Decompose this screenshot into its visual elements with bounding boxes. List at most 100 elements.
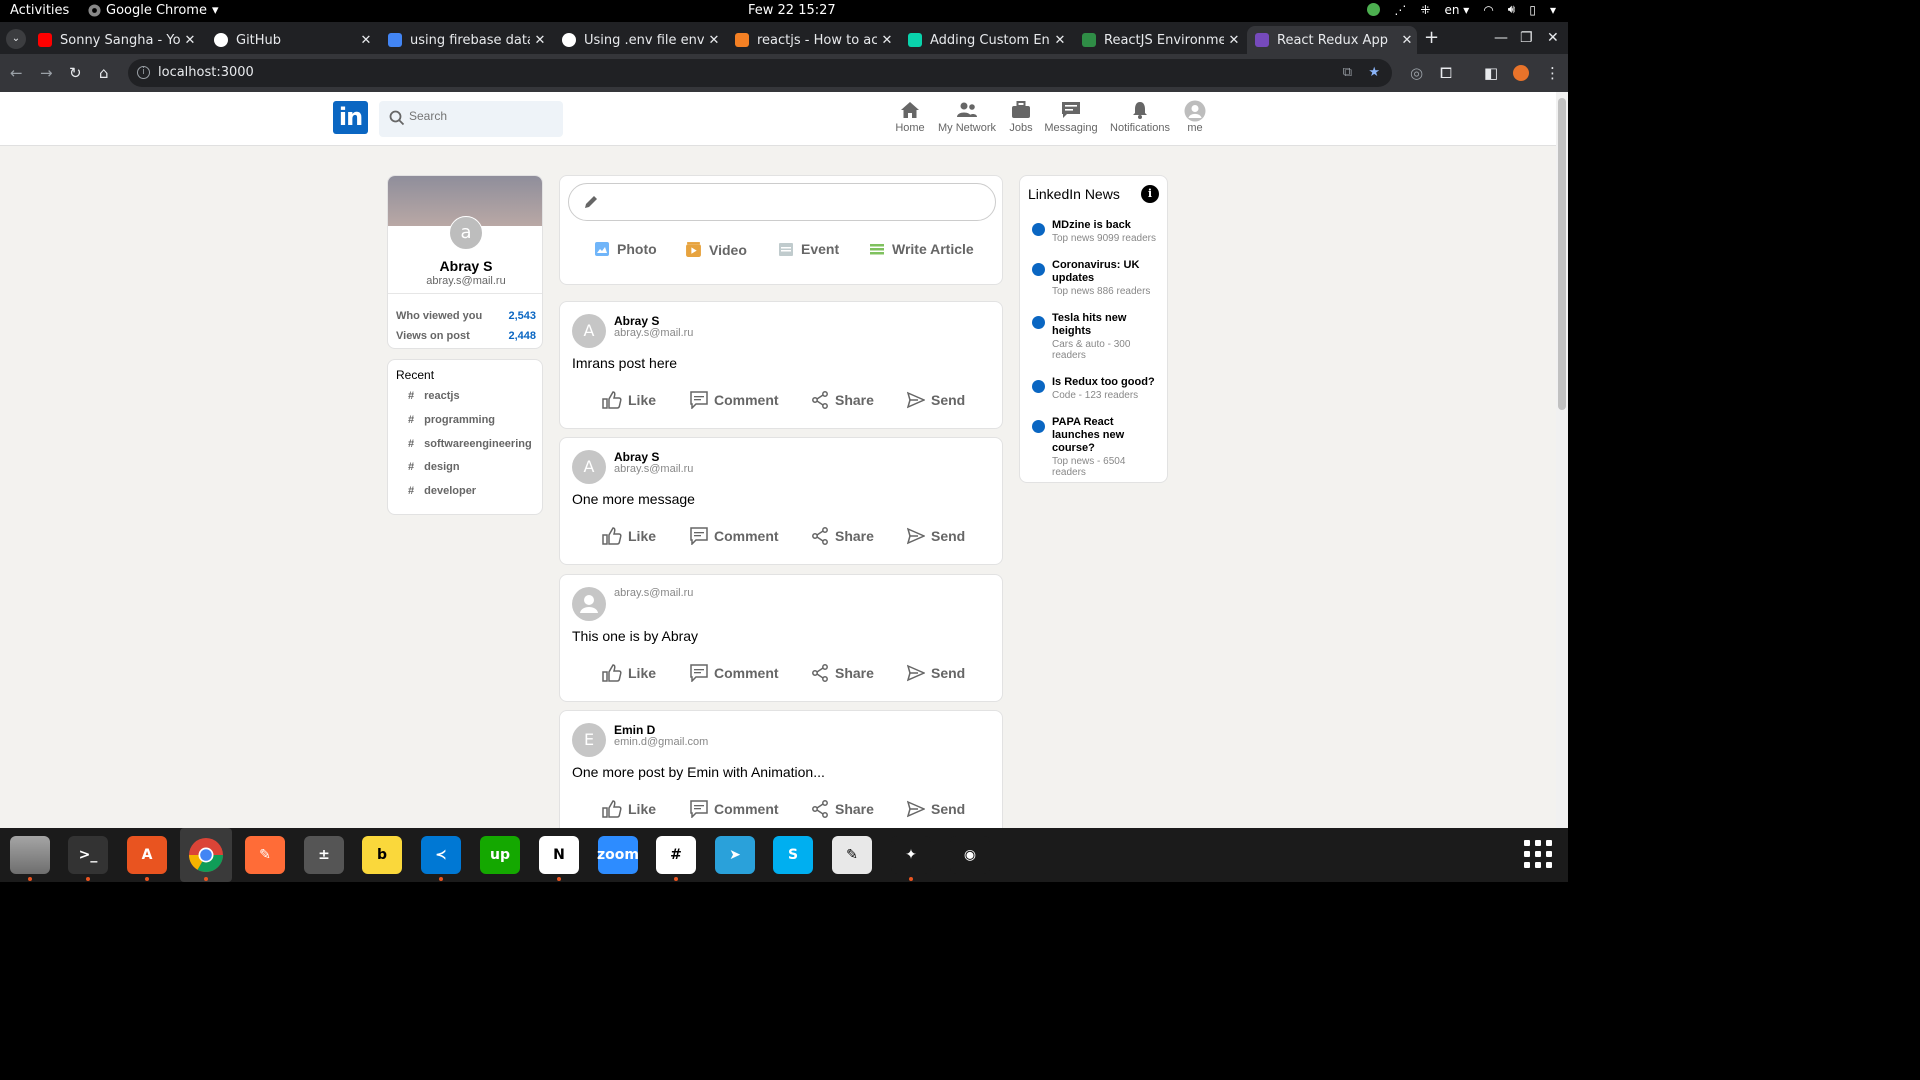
app-center-icon[interactable]: A [127, 836, 167, 874]
side-panel-icon[interactable]: ◧ [1484, 64, 1498, 82]
close-tab-icon[interactable]: ✕ [704, 33, 724, 48]
recent-item[interactable]: # developer [408, 485, 476, 497]
zoom-app-icon[interactable]: zoom [597, 836, 639, 874]
postman-app-icon[interactable]: ✎ [245, 836, 285, 874]
avatar[interactable]: a [449, 216, 483, 250]
close-tab-icon[interactable]: ✕ [356, 33, 376, 48]
like-button[interactable]: Like [602, 527, 656, 545]
new-tab-button[interactable]: + [1424, 27, 1439, 48]
share-event-button[interactable]: Event [778, 241, 839, 257]
browser-tab[interactable]: Adding Custom Envi ✕ [900, 26, 1070, 54]
send-button[interactable]: Send [907, 391, 965, 409]
send-button[interactable]: Send [907, 664, 965, 682]
terminal-app-icon[interactable]: >_ [68, 836, 108, 874]
linkedin-logo[interactable]: in [333, 101, 368, 134]
avatar[interactable] [572, 587, 606, 621]
share-button[interactable]: Share [811, 800, 874, 818]
close-tab-icon[interactable]: ✕ [1050, 33, 1070, 48]
scrollbar-thumb[interactable] [1558, 98, 1566, 410]
send-button[interactable]: Send [907, 527, 965, 545]
share-button[interactable]: Share [811, 527, 874, 545]
tab-search-button[interactable]: ⌄ [6, 29, 26, 49]
reload-icon[interactable]: ↻ [69, 64, 82, 82]
browser-tab[interactable]: ReactJS Environmen ✕ [1074, 26, 1244, 54]
extension-icon[interactable]: ◎ [1410, 64, 1423, 82]
chrome-app-icon[interactable] [186, 836, 226, 874]
forward-icon[interactable]: → [40, 64, 53, 82]
recent-item[interactable]: # softwareengineering [408, 438, 532, 450]
bookmark-star-icon[interactable]: ★ [1368, 59, 1380, 87]
vscode-app-icon[interactable]: ≺ [421, 836, 461, 874]
search-input[interactable] [409, 109, 549, 123]
browser-tab[interactable]: Sonny Sangha - YouT✕ [30, 26, 200, 54]
chrome-menu-icon[interactable]: ⋮ [1545, 64, 1560, 82]
close-tab-icon[interactable]: ✕ [1224, 33, 1244, 48]
screenshot-app-icon[interactable]: ◉ [950, 836, 990, 874]
close-tab-icon[interactable]: ✕ [877, 33, 897, 48]
share-button[interactable]: Share [811, 391, 874, 409]
kite-app-icon[interactable]: ✦ [891, 836, 931, 874]
comment-button[interactable]: Comment [690, 391, 779, 409]
recent-item[interactable]: # programming [408, 414, 495, 426]
browser-tab[interactable]: reactjs - How to acce✕ [727, 26, 897, 54]
comment-button[interactable]: Comment [690, 800, 779, 818]
install-app-icon[interactable]: ⧉ [1343, 59, 1352, 87]
home-icon[interactable]: ⌂ [99, 64, 109, 82]
profile-avatar-icon[interactable] [1513, 65, 1529, 85]
nav-messaging[interactable]: Messaging [1036, 101, 1106, 134]
notion-app-icon[interactable]: N [539, 836, 579, 874]
share-photo-button[interactable]: Photo [594, 241, 657, 257]
system-tray[interactable]: ⋰ ⁜ en ▾ ◠ 🔊︎ ▯ ▾ [1367, 2, 1556, 17]
like-button[interactable]: Like [602, 664, 656, 682]
send-button[interactable]: Send [907, 800, 965, 818]
avatar[interactable]: A [572, 314, 606, 348]
browser-tab[interactable]: Using .env file enviro✕ [554, 26, 724, 54]
recent-item[interactable]: # reactjs [408, 390, 460, 402]
calculator-app-icon[interactable]: ± [304, 836, 344, 874]
back-icon[interactable]: ← [10, 64, 23, 82]
site-info-icon[interactable]: i [137, 66, 150, 79]
share-button[interactable]: Share [811, 664, 874, 682]
post-input[interactable] [568, 183, 996, 221]
avatar[interactable]: A [572, 450, 606, 484]
share-article-button[interactable]: Write Article [869, 241, 974, 257]
recent-item[interactable]: # design [408, 461, 460, 473]
search-box[interactable] [379, 101, 563, 137]
beekeeper-app-icon[interactable]: b [362, 836, 402, 874]
maximize-icon[interactable]: ❐ [1520, 30, 1533, 46]
nav-me[interactable]: me [1160, 100, 1230, 134]
browser-tab[interactable]: using firebase data a✕ [380, 26, 550, 54]
info-icon[interactable]: i [1141, 185, 1159, 203]
telegram-app-icon[interactable]: ➤ [715, 836, 755, 874]
clock[interactable]: Few 22 15:27 [748, 3, 836, 18]
minimize-icon[interactable]: — [1494, 30, 1508, 46]
skype-app-icon[interactable]: S [773, 836, 813, 874]
avatar[interactable]: E [572, 723, 606, 757]
slack-app-icon[interactable]: # [656, 836, 696, 874]
comment-button[interactable]: Comment [690, 664, 779, 682]
like-button[interactable]: Like [602, 391, 656, 409]
stat-who-viewed[interactable]: Who viewed you 2,543 [396, 310, 536, 322]
share-video-button[interactable]: Video [685, 241, 747, 258]
activities-button[interactable]: Activities [10, 3, 69, 18]
close-tab-icon[interactable]: ✕ [530, 33, 550, 48]
like-button[interactable]: Like [602, 800, 656, 818]
files-app-icon[interactable] [10, 836, 50, 874]
extensions-puzzle-icon[interactable]: ⧠ [1440, 64, 1452, 82]
app-menu[interactable]: Google Chrome ▾ [88, 3, 219, 18]
upwork-app-icon[interactable]: up [480, 836, 520, 874]
action-label: Share [835, 528, 874, 544]
browser-tab[interactable]: React Redux App ✕ [1247, 26, 1417, 54]
show-applications-icon[interactable] [1524, 840, 1552, 868]
bullet-icon [1032, 263, 1045, 276]
browser-tab[interactable]: GitHub ✕ [206, 26, 376, 54]
stat-views-on-post[interactable]: Views on post 2,448 [396, 330, 536, 342]
close-tab-icon[interactable]: ✕ [1397, 33, 1417, 48]
address-bar[interactable]: i localhost:3000 ⧉ ★ [128, 59, 1392, 87]
scrollbar[interactable] [1556, 92, 1568, 828]
close-window-icon[interactable]: ✕ [1547, 30, 1559, 46]
text-editor-app-icon[interactable]: ✎ [832, 836, 872, 874]
language-indicator[interactable]: en ▾ [1444, 3, 1469, 17]
close-tab-icon[interactable]: ✕ [180, 33, 200, 48]
comment-button[interactable]: Comment [690, 527, 779, 545]
